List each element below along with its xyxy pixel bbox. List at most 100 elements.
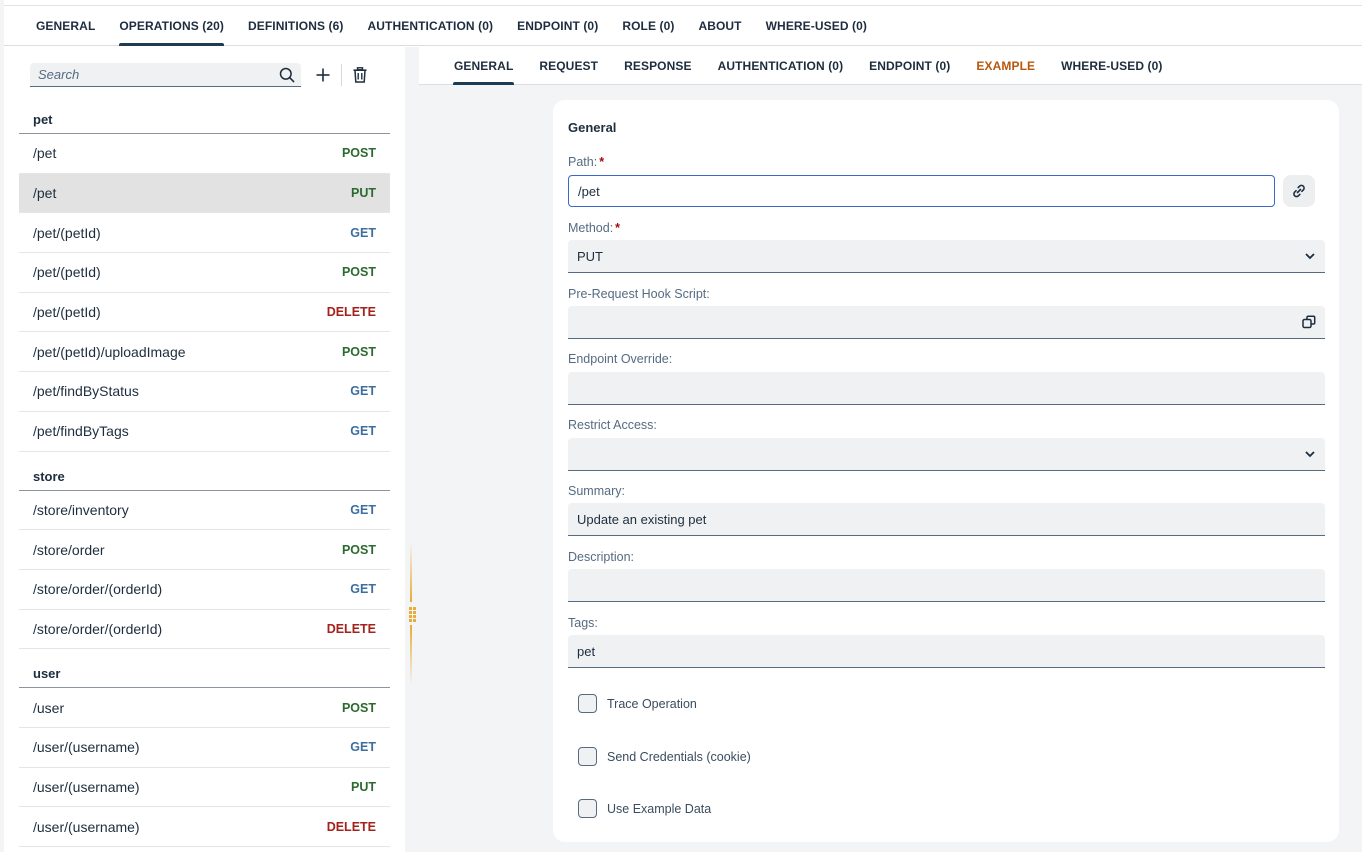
restrict-access-label: Restrict Access: (568, 418, 657, 432)
subtab-authentication[interactable]: AUTHENTICATION (0) (705, 47, 857, 84)
subtab-endpoint[interactable]: ENDPOINT (0) (856, 47, 963, 84)
trace-operation-checkbox-row[interactable]: Trace Operation (578, 694, 697, 713)
endpoint-override-label: Endpoint Override: (568, 352, 673, 366)
description-input[interactable] (577, 577, 1316, 593)
send-credentials-checkbox[interactable] (578, 747, 597, 766)
group-header-pet: pet (19, 103, 390, 134)
operation-row[interactable]: /pet/(petId) GET (19, 213, 390, 254)
delete-operation-button[interactable] (346, 61, 374, 89)
operation-row-selected[interactable]: /pet PUT (19, 173, 390, 214)
path-label: Path: * (568, 155, 605, 169)
operation-path: /pet (33, 185, 57, 202)
tab-authentication[interactable]: AUTHENTICATION (0) (356, 6, 506, 45)
operation-path: /store/order (33, 541, 105, 558)
operation-path: /store/order/(orderId) (33, 620, 163, 637)
summary-field (568, 503, 1325, 536)
link-button[interactable] (1283, 175, 1315, 207)
operation-tab-bar: GENERAL REQUEST RESPONSE AUTHENTICATION … (419, 47, 1362, 85)
splitter-line (410, 625, 412, 685)
summary-input[interactable] (577, 511, 1316, 527)
tab-role[interactable]: ROLE (0) (610, 6, 686, 45)
operation-path: /pet/(petId)/uploadImage (33, 343, 186, 360)
method-badge: POST (341, 700, 376, 715)
subtab-response[interactable]: RESPONSE (611, 47, 705, 84)
tab-where-used[interactable]: WHERE-USED (0) (754, 6, 879, 45)
description-field (568, 569, 1325, 602)
panel-splitter[interactable] (405, 47, 419, 852)
operation-row[interactable]: /store/order/(orderId) DELETE (19, 610, 390, 650)
grip-handle-icon[interactable] (408, 607, 416, 622)
main-tab-bar: GENERAL OPERATIONS (20) DEFINITIONS (6) … (4, 6, 1362, 46)
subtab-general[interactable]: GENERAL (441, 47, 526, 85)
method-badge: GET (350, 424, 376, 439)
operation-row[interactable]: /pet/findByStatus GET (19, 372, 390, 412)
method-badge: POST (341, 344, 376, 359)
endpoint-override-field (568, 372, 1325, 405)
operations-toolbar (19, 55, 390, 95)
operation-path: /user/(username) (33, 818, 140, 835)
trace-operation-checkbox[interactable] (578, 694, 597, 713)
operation-path: /pet/(petId) (33, 304, 101, 321)
restrict-access-select[interactable] (568, 438, 1325, 471)
operation-path: /pet/findByTags (33, 423, 129, 440)
operation-row[interactable]: /user POST (19, 688, 390, 728)
operation-row[interactable]: /store/order/(orderId) GET (19, 570, 390, 610)
tags-label: Tags: (568, 616, 598, 630)
trace-operation-label: Trace Operation (607, 696, 697, 711)
splitter-line (410, 542, 412, 602)
operation-path: /pet/findByStatus (33, 383, 139, 400)
method-badge: GET (350, 384, 376, 399)
endpoint-override-input[interactable] (577, 380, 1316, 396)
required-marker: * (599, 155, 605, 169)
method-badge: GET (350, 502, 376, 517)
subtab-where-used[interactable]: WHERE-USED (0) (1048, 47, 1175, 84)
send-credentials-label: Send Credentials (cookie) (607, 749, 751, 764)
tab-definitions[interactable]: DEFINITIONS (6) (236, 6, 356, 45)
operation-row[interactable]: /user/(username) PUT (19, 768, 390, 808)
use-example-data-label: Use Example Data (607, 801, 712, 816)
tags-input[interactable] (577, 643, 1316, 659)
tab-general[interactable]: GENERAL (24, 6, 107, 45)
subtab-request[interactable]: REQUEST (526, 47, 611, 84)
group-header-store: store (19, 452, 390, 491)
method-badge: PUT (351, 186, 376, 201)
path-field (568, 175, 1275, 207)
general-form-card: General Path:* Method:* PUT Pre-Request … (553, 100, 1339, 842)
use-example-data-checkbox-row[interactable]: Use Example Data (578, 799, 711, 818)
operation-path: /pet/(petId) (33, 224, 101, 241)
operation-row[interactable]: /pet POST (19, 134, 390, 174)
send-credentials-checkbox-row[interactable]: Send Credentials (cookie) (578, 747, 751, 766)
subtab-example[interactable]: EXAMPLE (963, 47, 1048, 84)
method-badge: GET (350, 740, 376, 755)
tab-endpoint[interactable]: ENDPOINT (0) (505, 6, 610, 45)
method-badge: POST (341, 542, 376, 557)
toolbar-separator (341, 64, 342, 86)
chevron-down-icon[interactable] (1304, 252, 1316, 260)
chevron-down-icon[interactable] (1304, 450, 1316, 458)
group-header-user: user (19, 649, 390, 689)
search-icon[interactable] (279, 67, 295, 83)
operation-row[interactable]: /pet/findByTags GET (19, 412, 390, 452)
method-badge: POST (341, 265, 376, 280)
pre-request-hook-field[interactable] (568, 306, 1325, 339)
operation-row[interactable]: /pet/(petId)/uploadImage POST (19, 332, 390, 373)
use-example-data-checkbox[interactable] (578, 799, 597, 818)
open-dialog-icon[interactable] (1302, 315, 1316, 329)
operation-row[interactable]: /user/(username) DELETE (19, 807, 390, 847)
path-input[interactable] (578, 183, 1265, 199)
search-input[interactable] (38, 67, 279, 82)
link-icon (1293, 184, 1305, 198)
method-label: Method: * (568, 221, 621, 235)
tab-about[interactable]: ABOUT (686, 6, 753, 45)
description-label: Description: (568, 550, 634, 564)
operation-row[interactable]: /pet/(petId) POST (19, 253, 390, 293)
add-operation-button[interactable] (309, 61, 337, 89)
operation-path: /user (33, 699, 65, 716)
operation-row[interactable]: /store/inventory GET (19, 491, 390, 531)
operation-path: /pet/(petId) (33, 264, 101, 281)
operation-row[interactable]: /store/order POST (19, 530, 390, 570)
operation-row[interactable]: /pet/(petId) DELETE (19, 293, 390, 333)
method-select[interactable]: PUT (568, 240, 1325, 273)
tab-operations[interactable]: OPERATIONS (20) (107, 6, 236, 46)
operation-row[interactable]: /user/(username) GET (19, 728, 390, 768)
